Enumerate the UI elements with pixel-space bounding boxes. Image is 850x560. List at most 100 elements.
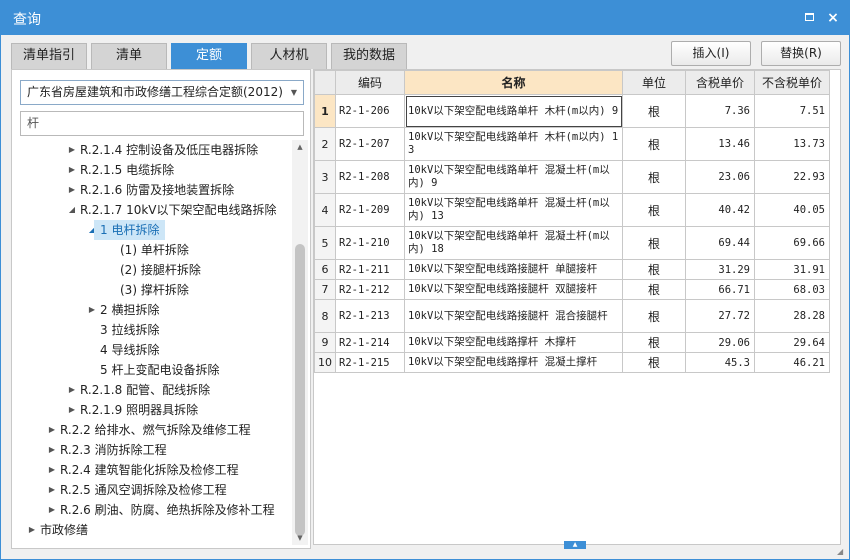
cell-price-notax[interactable]: 29.64 (754, 332, 830, 353)
cell-name[interactable]: 10kV以下架空配电线路单杆 混凝土杆(m以内) 9 (404, 160, 623, 194)
row-index[interactable]: 3 (314, 160, 336, 194)
row-index[interactable]: 1 (314, 94, 336, 128)
column-header-unit[interactable]: 单位 (622, 70, 686, 95)
expand-arrow-icon[interactable]: ▶ (26, 520, 38, 540)
column-header-price-notax[interactable]: 不含税单价 (754, 70, 830, 95)
tree-node[interactable]: ▶ 2 横担拆除 (12, 300, 292, 320)
row-index[interactable]: 7 (314, 279, 336, 300)
row-index[interactable]: 9 (314, 332, 336, 353)
collapse-arrow-icon[interactable]: ◢ (66, 200, 78, 220)
close-button[interactable]: × (823, 8, 843, 28)
cell-name[interactable]: 10kV以下架空配电线路接腿杆 混合接腿杆 (404, 299, 623, 333)
expand-arrow-icon[interactable]: ▶ (86, 300, 98, 320)
table-row[interactable]: 9 R2-1-214 10kV以下架空配电线路撑杆 木撑杆根 29.06 29.64 (314, 332, 830, 353)
cell-price-tax[interactable]: 69.44 (685, 226, 755, 260)
expand-arrow-icon[interactable]: ▶ (46, 460, 58, 480)
table-row[interactable]: 6 R2-1-211 10kV以下架空配电线路接腿杆 单腿接杆根 31.29 31.91 (314, 259, 830, 280)
cell-price-tax[interactable]: 29.06 (685, 332, 755, 353)
cell-name[interactable]: 10kV以下架空配电线路撑杆 木撑杆 (404, 332, 623, 353)
tree-node[interactable]: ▶ R.2.1.8 配管、配线拆除 (12, 380, 292, 400)
cell-code[interactable]: R2-1-206 (335, 94, 405, 128)
row-index[interactable]: 10 (314, 352, 336, 373)
table-row[interactable]: 2 R2-1-207 10kV以下架空配电线路单杆 木杆(m以内) 13 根 13.46… (314, 127, 830, 161)
cell-name[interactable]: 10kV以下架空配电线路单杆 混凝土杆(m以内) 13 (404, 193, 623, 227)
cell-unit[interactable]: 根 (622, 352, 686, 373)
cell-price-notax[interactable]: 28.28 (754, 299, 830, 333)
expand-arrow-icon[interactable]: ▶ (66, 140, 78, 160)
cell-price-tax[interactable]: 45.3 (685, 352, 755, 373)
cell-name[interactable]: 10kV以下架空配电线路单杆 木杆(m以内) 13 (404, 127, 623, 161)
expand-arrow-icon[interactable]: ▶ (66, 400, 78, 420)
cell-price-notax[interactable]: 69.66 (754, 226, 830, 260)
cell-name[interactable]: 10kV以下架空配电线路单杆 混凝土杆(m以内) 18 (404, 226, 623, 260)
table-row[interactable]: 10 R2-1-215 10kV以下架空配电线路撑杆 混凝土撑杆根 45.3 46.21 (314, 352, 830, 373)
tab-list-guide[interactable]: 清单指引 (11, 43, 87, 69)
cell-code[interactable]: R2-1-210 (335, 226, 405, 260)
cell-unit[interactable]: 根 (622, 127, 686, 161)
cell-code[interactable]: R2-1-209 (335, 193, 405, 227)
cell-unit[interactable]: 根 (622, 299, 686, 333)
tree-node[interactable]: ▶ 市政修缮 (12, 520, 292, 540)
row-index[interactable]: 2 (314, 127, 336, 161)
title-bar[interactable]: 查询 × (1, 1, 849, 35)
tree-node[interactable]: ▶ R.2.6 刷油、防腐、绝热拆除及修补工程 (12, 500, 292, 520)
column-header-name[interactable]: 名称 (404, 70, 623, 95)
row-index[interactable]: 6 (314, 259, 336, 280)
cell-price-tax[interactable]: 23.06 (685, 160, 755, 194)
scroll-up-icon[interactable]: ▲ (292, 140, 308, 154)
column-header-code[interactable]: 编码 (335, 70, 405, 95)
tree-node[interactable]: ▶ R.2.1.5 电缆拆除 (12, 160, 292, 180)
cell-unit[interactable]: 根 (622, 259, 686, 280)
tab-labor-material-machine[interactable]: 人材机 (251, 43, 327, 69)
cell-price-notax[interactable]: 68.03 (754, 279, 830, 300)
cell-price-tax[interactable]: 7.36 (685, 94, 755, 128)
cell-price-notax[interactable]: 7.51 (754, 94, 830, 128)
cell-code[interactable]: R2-1-211 (335, 259, 405, 280)
replace-button[interactable]: 替换(R) (761, 41, 841, 66)
cell-name[interactable]: 10kV以下架空配电线路接腿杆 双腿接杆 (404, 279, 623, 300)
table-row[interactable]: 5 R2-1-210 10kV以下架空配电线路单杆 混凝土杆(m以内) 18 根 69.… (314, 226, 830, 260)
cell-code[interactable]: R2-1-215 (335, 352, 405, 373)
cell-price-notax[interactable]: 22.93 (754, 160, 830, 194)
scroll-down-icon[interactable]: ▼ (292, 531, 308, 545)
tab-quota[interactable]: 定额 (171, 43, 247, 69)
cell-name[interactable]: 10kV以下架空配电线路单杆 木杆(m以内) 9 (404, 94, 623, 128)
resize-grip-icon[interactable]: ◢ (837, 547, 847, 557)
panel-splitter-handle[interactable]: ▲ (564, 541, 586, 549)
cell-price-tax[interactable]: 31.29 (685, 259, 755, 280)
tree-node[interactable]: 4 导线拆除 (12, 340, 292, 360)
cell-unit[interactable]: 根 (622, 160, 686, 194)
cell-code[interactable]: R2-1-207 (335, 127, 405, 161)
table-row[interactable]: 1 R2-1-206 10kV以下架空配电线路单杆 木杆(m以内) 9 根 7.36 7.… (314, 94, 830, 128)
table-row[interactable]: 4 R2-1-209 10kV以下架空配电线路单杆 混凝土杆(m以内) 13 根 40.… (314, 193, 830, 227)
cell-unit[interactable]: 根 (622, 94, 686, 128)
search-input[interactable]: 杆 (20, 111, 304, 136)
row-index[interactable]: 5 (314, 226, 336, 260)
cell-price-notax[interactable]: 40.05 (754, 193, 830, 227)
row-index[interactable]: 8 (314, 299, 336, 333)
cell-price-tax[interactable]: 27.72 (685, 299, 755, 333)
cell-unit[interactable]: 根 (622, 226, 686, 260)
expand-arrow-icon[interactable]: ▶ (46, 440, 58, 460)
cell-price-tax[interactable]: 13.46 (685, 127, 755, 161)
maximize-button[interactable] (799, 8, 819, 28)
cell-code[interactable]: R2-1-214 (335, 332, 405, 353)
cell-name[interactable]: 10kV以下架空配电线路撑杆 混凝土撑杆 (404, 352, 623, 373)
table-row[interactable]: 8 R2-1-213 10kV以下架空配电线路接腿杆 混合接腿杆根 27.72 28.2… (314, 299, 830, 333)
tab-my-data[interactable]: 我的数据 (331, 43, 407, 69)
cell-price-notax[interactable]: 31.91 (754, 259, 830, 280)
scrollbar-thumb[interactable] (295, 244, 305, 536)
tree-node[interactable]: ▶ R.2.4 建筑智能化拆除及检修工程 (12, 460, 292, 480)
cell-code[interactable]: R2-1-208 (335, 160, 405, 194)
tree-node[interactable]: (2) 接腿杆拆除 (12, 260, 292, 280)
cell-price-tax[interactable]: 66.71 (685, 279, 755, 300)
cell-price-tax[interactable]: 40.42 (685, 193, 755, 227)
tree-node[interactable]: 3 拉线拆除 (12, 320, 292, 340)
cell-code[interactable]: R2-1-212 (335, 279, 405, 300)
tab-list[interactable]: 清单 (91, 43, 167, 69)
cell-unit[interactable]: 根 (622, 279, 686, 300)
tree-node[interactable]: ▶ R.2.5 通风空调拆除及检修工程 (12, 480, 292, 500)
cell-code[interactable]: R2-1-213 (335, 299, 405, 333)
tree-node[interactable]: ▶ R.2.1.4 控制设备及低压电器拆除 (12, 140, 292, 160)
tree-node[interactable]: (1) 单杆拆除 (12, 240, 292, 260)
